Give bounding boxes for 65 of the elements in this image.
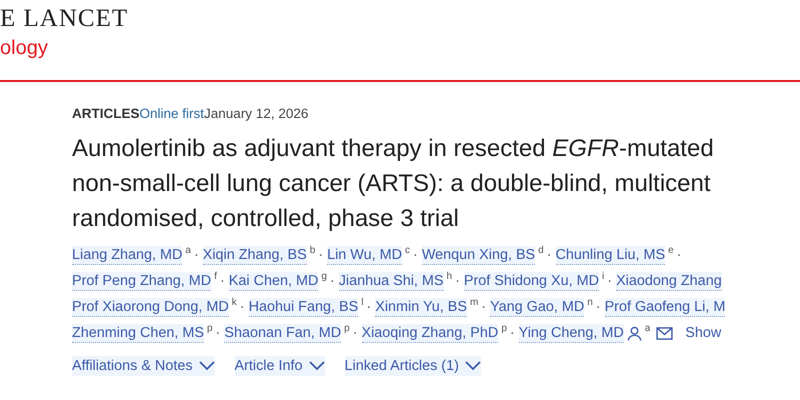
separator-dot: · <box>481 299 486 315</box>
affiliation-mark[interactable]: m <box>470 297 478 308</box>
separator-dot: · <box>546 247 552 263</box>
affiliation-mark[interactable]: f <box>214 271 217 282</box>
expand-tab[interactable]: Linked Articles (1) <box>344 356 481 376</box>
separator-dot: · <box>318 247 324 263</box>
author-link[interactable]: Prof Gaofeng Li, M <box>604 298 726 316</box>
article-title: randomised, controlled, phase 3 trial <box>72 204 459 234</box>
journal-subtitle[interactable]: ology <box>0 35 48 61</box>
author-link[interactable]: Prof Xiaorong Dong, MD <box>72 298 229 316</box>
affiliation-mark[interactable]: d <box>538 245 544 256</box>
separator-dot: · <box>455 273 460 289</box>
separator-dot: · <box>413 247 418 263</box>
author-link[interactable]: Chunling Liu, MS <box>556 246 666 264</box>
author-link[interactable]: Haohui Fang, BS <box>248 298 358 316</box>
separator-dot: · <box>352 325 358 341</box>
affiliation-mark[interactable]: a <box>185 245 191 256</box>
author-link[interactable]: Ying Cheng, MD <box>518 324 624 342</box>
affiliation-mark[interactable]: h <box>446 271 452 282</box>
author-link[interactable]: Xiaoqing Zhang, PhD <box>362 324 498 342</box>
section-label: ARTICLES <box>72 106 140 121</box>
separator-dot: · <box>676 247 682 263</box>
affiliation-mark[interactable]: i <box>602 271 604 282</box>
show-more-link[interactable]: Show <box>685 325 722 341</box>
expand-tab[interactable]: Affiliations & Notes <box>72 356 215 376</box>
author-link[interactable]: Wenqun Xing, BS <box>422 246 536 264</box>
affiliation-mark[interactable]: n <box>587 297 593 308</box>
affiliation-mark[interactable]: a <box>644 323 650 334</box>
author-link[interactable]: Prof Peng Zhang, MD <box>72 272 212 290</box>
separator-dot: · <box>510 325 515 341</box>
article-title: Aumolertinib as adjuvant therapy in resected EGFR-mutated <box>72 134 714 164</box>
separator-dot: · <box>596 299 601 315</box>
author-link[interactable]: Xinmin Yu, BS <box>375 298 467 316</box>
affiliation-mark[interactable]: p <box>501 323 507 334</box>
affiliation-mark[interactable]: l <box>361 297 364 308</box>
separator-dot: · <box>240 299 245 315</box>
journal-name[interactable]: E LANCET <box>0 5 128 33</box>
author-link[interactable]: Zhenming Chen, MS <box>72 324 204 342</box>
author-link[interactable]: Kai Chen, MD <box>228 272 318 290</box>
separator-dot: · <box>366 299 372 315</box>
author-link[interactable]: Liang Zhang, MD <box>72 246 182 264</box>
article-title: non-small-cell lung cancer (ARTS): a double-blind, multicent <box>72 169 711 199</box>
author-link[interactable]: Yang Gao, MD <box>490 298 584 316</box>
affiliation-mark[interactable]: p <box>206 323 213 334</box>
author-link[interactable]: Prof Shidong Xu, MD <box>464 272 600 290</box>
author-link[interactable]: Shaonan Fan, MD <box>224 324 342 342</box>
separator-dot: · <box>220 273 225 289</box>
expand-tab[interactable]: Article Info <box>234 356 324 376</box>
affiliation-mark[interactable]: b <box>310 245 316 256</box>
status-label: Online first <box>140 106 204 121</box>
author-link[interactable]: Lin Wu, MD <box>327 246 402 264</box>
separator-dot: · <box>194 247 199 263</box>
publish-date: January 12, 2026 <box>204 106 308 121</box>
author-link[interactable]: Xiaodong Zhang <box>616 272 722 290</box>
affiliation-mark[interactable]: k <box>232 297 237 308</box>
separator-dot: · <box>216 325 220 341</box>
affiliation-mark[interactable]: e <box>668 245 674 256</box>
affiliation-mark[interactable]: c <box>405 245 410 256</box>
affiliation-mark[interactable]: g <box>321 271 327 282</box>
separator-dot: · <box>330 273 335 289</box>
author-link[interactable]: Jianhua Shi, MS <box>338 272 444 290</box>
affiliation-mark[interactable]: p <box>344 323 350 334</box>
mail-icon[interactable] <box>656 326 674 340</box>
author-link[interactable]: Xiqin Zhang, BS <box>202 246 307 264</box>
separator-dot: · <box>607 273 612 289</box>
